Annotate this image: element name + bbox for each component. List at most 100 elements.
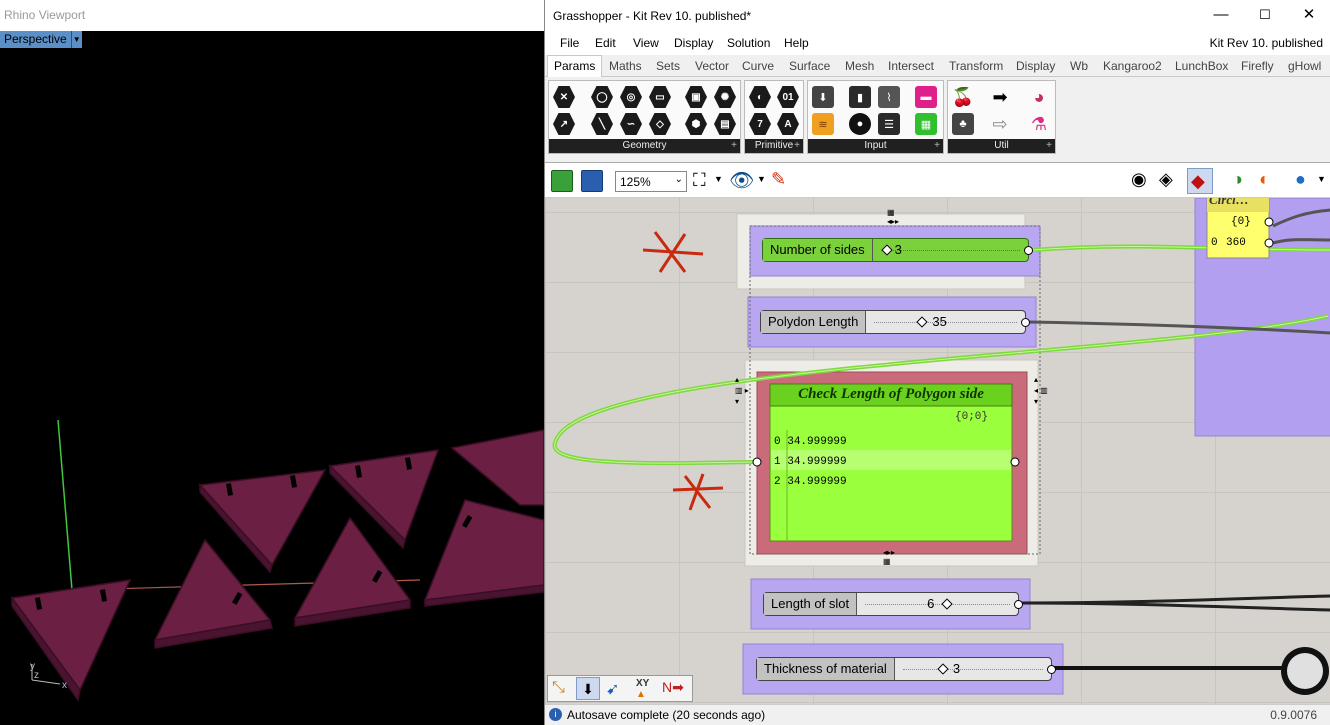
resize-handle-top[interactable]: ▦ ◂▸▸ [887,208,899,226]
slider-track[interactable]: 35 [866,311,1025,333]
arc-param-icon[interactable]: ∽ [619,112,643,136]
eye-icon[interactable]: 👁 [729,168,754,193]
mesh-param-icon[interactable]: ✺ [713,85,737,109]
boolean-icon[interactable]: ◐ [748,85,772,109]
n-arrow-icon[interactable]: N➡ [662,679,684,696]
resize-handle-left[interactable]: ▴ ▥ ▸ ▾ [735,374,749,407]
slider-track[interactable]: 3 [894,658,1051,680]
brep-param-icon[interactable]: ⬢ [684,112,708,136]
tab-surface[interactable]: Surface [789,59,830,73]
viewport-name[interactable]: Perspective [0,31,71,48]
circle-node-title[interactable]: Circl… [1209,198,1249,208]
orange-sphere-icon[interactable]: ◐ [1259,169,1270,190]
arrow-outline-icon[interactable]: ⇨ [988,112,1012,136]
tree-icon[interactable]: ♣ [951,112,975,136]
menu-display[interactable]: Display [674,36,713,50]
chevron-down-icon[interactable]: ▼ [1317,174,1326,184]
minimize-button[interactable]: — [1199,3,1243,27]
open-file-icon[interactable] [551,170,573,192]
blue-sphere-icon[interactable]: ● [1295,169,1306,190]
slider-track[interactable]: 6 [857,593,1018,615]
panel-title[interactable]: Check Length of Polygon side [770,386,1012,403]
menu-solution[interactable]: Solution [727,36,770,50]
graph-mapper-icon[interactable]: ⌇ [877,85,901,109]
plane-param-icon[interactable]: ◇ [648,112,672,136]
panel-label-geometry[interactable]: Geometry + [549,139,740,153]
sketch-icon[interactable]: ✎ [771,169,786,190]
toggle-icon[interactable]: ▮ [848,85,872,109]
zoom-select[interactable]: 125% ⌄ [615,171,687,192]
tab-lunchbox[interactable]: LunchBox [1175,59,1228,73]
green-sphere-icon[interactable]: ◑ [1232,169,1243,190]
arrow-right-icon[interactable]: ➡ [988,85,1012,109]
flask-icon[interactable]: ⚗ [1027,112,1051,136]
xy-tool-icon[interactable]: XY ▲ [636,678,649,700]
panel-label-primitive[interactable]: Primitive + [745,139,803,153]
menu-view[interactable]: View [633,36,659,50]
swatch-icon[interactable]: ▬ [914,85,938,109]
menu-help[interactable]: Help [784,36,809,50]
point-icon[interactable]: ↗ [552,112,576,136]
chevron-down-icon[interactable]: ▼ [70,31,82,48]
cursor-tool-icon[interactable]: ➹ [606,679,619,699]
surface-param-icon[interactable]: ▭ [648,85,672,109]
viewport-tab[interactable]: Perspective ▼ [0,31,82,48]
slider-polydon-length[interactable]: Polydon Length 35 [760,310,1030,334]
tab-params[interactable]: Params [547,55,603,77]
number-icon[interactable]: 7 [748,112,772,136]
menu-edit[interactable]: Edit [595,36,616,50]
gradient-icon[interactable]: ≋ [811,112,835,136]
tab-display[interactable]: Display [1016,59,1055,73]
wire-tool-icon[interactable]: ⤡ [552,679,565,697]
tab-transform[interactable]: Transform [949,59,1003,73]
tab-sets[interactable]: Sets [656,59,680,73]
circle-param-icon[interactable]: ◯ [590,85,614,109]
button-icon[interactable]: ● [848,112,872,136]
tab-firefly[interactable]: Firefly [1241,59,1274,73]
resize-handle-right[interactable]: ▴ ◂ ▥ ▾ [1034,374,1048,407]
box-param-icon[interactable]: ▣ [684,85,708,109]
tab-vector[interactable]: Vector [695,59,729,73]
shaded-preview-button[interactable]: ◆ [1187,168,1213,194]
slider-track[interactable]: 3 [872,239,1028,261]
maximize-button[interactable]: ☐ [1243,3,1287,27]
rhino-viewport[interactable]: Rhino Viewport Perspective ▼ y z x [0,0,544,725]
close-button[interactable]: ✕ [1287,3,1330,27]
data-input-icon[interactable]: ⬇ [811,85,835,109]
chevron-down-icon[interactable]: ▼ [757,174,766,184]
wireframe-icon[interactable]: ◈ [1159,169,1173,190]
preview-icon[interactable]: ◉ [1131,169,1147,190]
text-icon[interactable]: A [776,112,800,136]
zoom-extents-icon[interactable]: ⛶ [693,170,706,191]
output-grip[interactable] [1021,318,1030,327]
resize-handle-bottom[interactable]: ◂▸▸ ▦ [883,548,895,566]
line-param-icon[interactable]: ╲ [590,112,614,136]
geometry-icon[interactable]: ✕ [552,85,576,109]
menu-file[interactable]: File [560,36,579,50]
tab-mesh[interactable]: Mesh [845,59,874,73]
integer-icon[interactable]: 01 [776,85,800,109]
slider-knob[interactable] [937,663,949,675]
download-icon[interactable]: ⬇ [576,677,600,700]
slider-length-of-slot[interactable]: Length of slot 6 [763,592,1023,616]
slider-number-of-sides[interactable]: Number of sides 3 [762,238,1033,262]
value-list-icon[interactable]: ☰ [877,112,901,136]
tab-intersect[interactable]: Intersect [888,59,934,73]
slider-knob[interactable] [916,316,929,328]
output-grip[interactable] [1024,246,1033,255]
field-param-icon[interactable]: ▤ [713,112,737,136]
tab-maths[interactable]: Maths [609,59,642,73]
tab-ghowl[interactable]: gHowl [1288,59,1321,73]
tab-wb[interactable]: Wb [1070,59,1088,73]
slider-knob[interactable] [941,598,953,610]
gh-canvas[interactable]: Circl… {0} 0 360 Number of sides 3 Polyd… [545,198,1330,704]
slider-knob[interactable] [880,244,893,256]
curve-param-icon[interactable]: ◎ [619,85,643,109]
tab-kangaroo2[interactable]: Kangaroo2 [1103,59,1162,73]
panel-label-input[interactable]: Input + [808,139,943,153]
cherry-icon[interactable]: 🍒 [951,85,975,109]
panel-label-util[interactable]: Util + [948,139,1055,153]
chevron-down-icon[interactable]: ▼ [714,174,723,184]
image-sampler-icon[interactable]: ▦ [914,112,938,136]
output-grip[interactable] [1047,665,1056,674]
